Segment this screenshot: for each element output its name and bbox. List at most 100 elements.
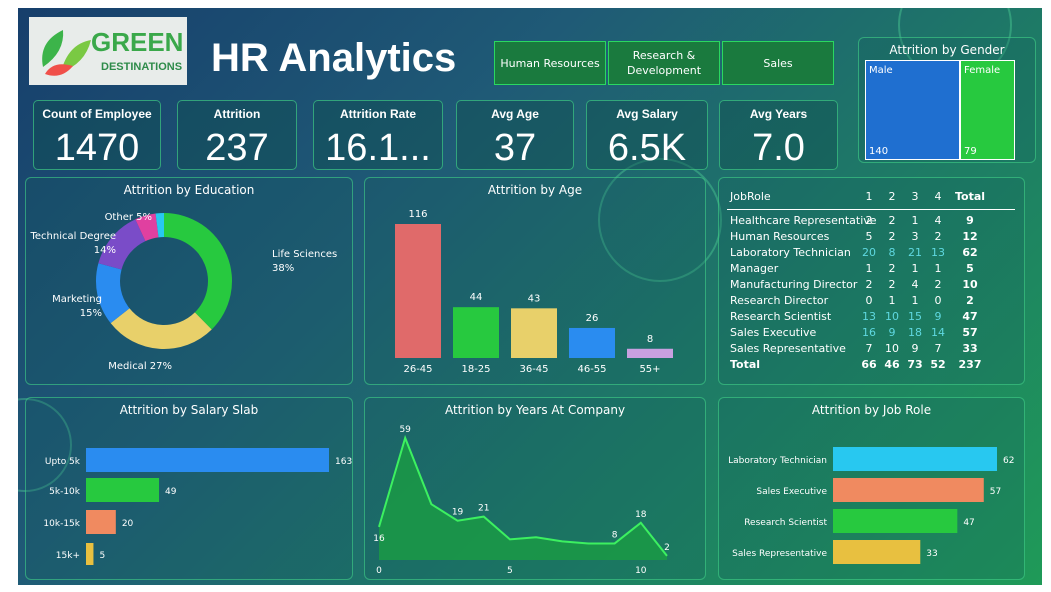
- matrix-cell: 1: [911, 214, 919, 227]
- matrix-row-label: Laboratory Technician: [730, 246, 851, 259]
- salary-bar-value: 49: [165, 487, 177, 497]
- matrix-cell: 62: [962, 246, 978, 259]
- matrix-cell: 20: [862, 246, 876, 259]
- matrix-row-label: Sales Representative: [730, 342, 846, 355]
- slicer-human-resources[interactable]: Human Resources: [494, 41, 606, 85]
- years-tick-label: 5: [507, 566, 513, 576]
- matrix-cell: 9: [934, 310, 942, 323]
- job-role-bar[interactable]: [833, 478, 984, 502]
- matrix-cell: 46: [884, 358, 900, 371]
- matrix-cell: 1: [865, 262, 873, 275]
- job-role-bar[interactable]: [833, 447, 997, 471]
- matrix-cell: Total: [954, 190, 986, 203]
- slice-label: Medical 27%: [108, 361, 172, 372]
- panel-jobrole-matrix: JobRole 1 2 3 4 Total Healthcare Representativ…: [718, 177, 1025, 385]
- matrix-cell: 13: [862, 310, 876, 323]
- matrix-cell: 66: [861, 358, 877, 371]
- job-role-bar-value: 47: [963, 518, 974, 528]
- kpi-attrition: Attrition 237: [177, 100, 297, 170]
- age-bar-value: 8: [647, 334, 653, 345]
- kpi-avg-age: Avg Age 37: [456, 100, 574, 170]
- logo-text: GREEN: [91, 27, 184, 57]
- job-role-tick-label: Research Scientist: [744, 518, 827, 528]
- matrix-cell: 16: [862, 326, 876, 339]
- matrix-cell: 0: [865, 294, 873, 307]
- slicer-research-development[interactable]: Research & Development: [608, 41, 720, 85]
- salary-bar[interactable]: [86, 448, 329, 472]
- matrix-cell: 15: [908, 310, 922, 323]
- age-bar[interactable]: [569, 327, 615, 358]
- slice-label: 38%: [272, 263, 294, 274]
- chart-title-gender: Attrition by Gender: [889, 43, 1005, 57]
- panel-attrition-by-salary-slab: Attrition by Salary Slab Upto 5k 163 5k-10…: [25, 397, 353, 580]
- matrix-cell: 3: [911, 230, 919, 243]
- kpi-label: Avg Years: [749, 107, 808, 121]
- salary-bar-value: 5: [99, 551, 105, 561]
- matrix-cell: 5: [865, 230, 873, 243]
- matrix-row-label: Manufacturing Director: [730, 278, 858, 291]
- donut-slice[interactable]: [164, 213, 232, 330]
- matrix-cell: 73: [907, 358, 923, 371]
- salary-bar-value: 20: [122, 519, 134, 529]
- matrix-cell: 2: [888, 278, 896, 291]
- salary-tick-label: Upto 5k: [45, 457, 81, 467]
- matrix-cell: 13: [931, 246, 945, 259]
- age-tick-label: 18-25: [461, 364, 490, 375]
- age-tick-label: 46-55: [577, 364, 606, 375]
- matrix-cell: 47: [962, 310, 978, 323]
- years-point-label: 18: [635, 510, 647, 520]
- slice-label: Other 5%: [105, 212, 152, 223]
- age-bar-value: 43: [528, 293, 541, 304]
- age-tick-label: 26-45: [403, 364, 432, 375]
- kpi-label: Count of Employee: [42, 107, 152, 121]
- panel-attrition-by-education: Attrition by Education Life Sciences 38% M…: [25, 177, 353, 385]
- page-title: HR Analytics: [211, 36, 457, 80]
- panel-attrition-by-job-role: Attrition by Job Role Laboratory Technic…: [718, 397, 1025, 580]
- matrix-cell: 21: [908, 246, 922, 259]
- treemap-female-value: 79: [964, 146, 977, 157]
- matrix-row-label: Research Director: [730, 294, 829, 307]
- treemap-female[interactable]: Female 79: [960, 60, 1015, 160]
- job-role-tick-label: Laboratory Technician: [728, 456, 827, 466]
- years-tick-label: 10: [635, 566, 647, 576]
- slice-label: 15%: [80, 308, 102, 319]
- matrix-cell: 7: [865, 342, 873, 355]
- matrix-row-label: Total: [730, 358, 761, 371]
- age-tick-label: 36-45: [519, 364, 548, 375]
- matrix-row-label: Sales Executive: [730, 326, 817, 339]
- job-role-bar[interactable]: [833, 509, 958, 533]
- years-point-label: 21: [478, 504, 489, 514]
- matrix-cell: 1: [888, 294, 896, 307]
- matrix-cell: 14: [931, 326, 945, 339]
- age-bar[interactable]: [453, 307, 499, 358]
- age-bar[interactable]: [395, 224, 441, 358]
- kpi-label: Avg Salary: [616, 107, 678, 121]
- matrix-cell: 4: [911, 278, 919, 291]
- slicer-sales[interactable]: Sales: [722, 41, 834, 85]
- matrix-cell: 2: [888, 230, 896, 243]
- matrix-row-label: Human Resources: [730, 230, 830, 243]
- age-tick-label: 55+: [639, 364, 660, 375]
- kpi-count-of-employee: Count of Employee 1470: [33, 100, 161, 170]
- kpi-attrition-rate: Attrition Rate 16.1...: [313, 100, 443, 170]
- slice-label: Technical Degree: [30, 231, 117, 242]
- panel-attrition-by-years: Attrition by Years At Company 16 59 19 21 8 1…: [364, 397, 706, 580]
- salary-bar[interactable]: [86, 478, 160, 502]
- salary-bar[interactable]: [86, 510, 116, 534]
- donut-slice[interactable]: [110, 308, 212, 349]
- salary-bar[interactable]: [86, 543, 94, 565]
- matrix-cell: 8: [888, 246, 896, 259]
- treemap-male[interactable]: Male 140: [865, 60, 960, 160]
- slice-label: Life Sciences: [272, 249, 337, 260]
- age-bar[interactable]: [511, 308, 557, 358]
- age-bar[interactable]: [627, 348, 673, 358]
- job-role-tick-label: Sales Representative: [732, 549, 827, 559]
- matrix-cell: 5: [966, 262, 974, 275]
- job-role-bar[interactable]: [833, 540, 921, 564]
- matrix-row-label: Manager: [730, 262, 779, 275]
- years-area[interactable]: [379, 438, 667, 560]
- matrix-cell: 2: [934, 230, 942, 243]
- job-role-bar-value: 62: [1003, 456, 1014, 466]
- salary-tick-label: 15k+: [56, 551, 80, 561]
- salary-tick-label: 5k-10k: [49, 487, 81, 497]
